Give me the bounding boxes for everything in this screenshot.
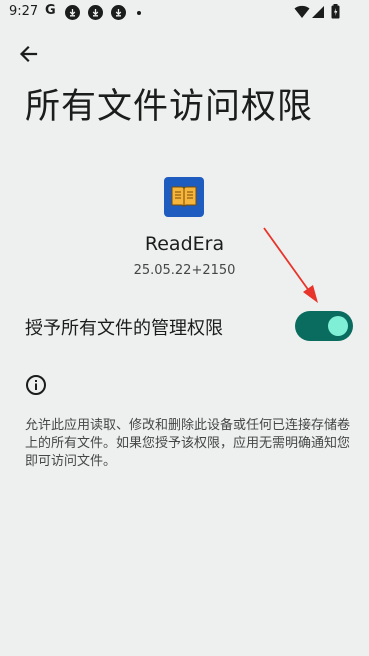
download-icon [65, 5, 80, 20]
permission-toggle-row[interactable]: 授予所有文件的管理权限 [0, 300, 369, 352]
google-icon: G [45, 3, 56, 18]
app-name: ReadEra [144, 233, 225, 255]
permission-label: 授予所有文件的管理权限 [25, 318, 223, 339]
notification-dot-icon [137, 11, 141, 15]
arrow-left-icon [19, 45, 38, 63]
info-icon [26, 375, 46, 395]
toggle-thumb [328, 316, 348, 336]
download-icon [111, 5, 126, 20]
app-version: 25.05.22+2150 [133, 263, 236, 278]
permission-description: 允许此应用读取、修改和删除此设备或任何已连接存储卷上的所有文件。如果您授予该权限… [25, 418, 351, 469]
battery-icon [331, 4, 340, 19]
page-title: 所有文件访问权限 [25, 87, 314, 127]
status-time: 9:27 [9, 4, 39, 19]
back-button[interactable] [16, 41, 42, 67]
download-icon [88, 5, 103, 20]
permission-toggle-switch[interactable] [295, 311, 353, 341]
signal-icon [312, 6, 324, 18]
status-bar: 9:27 G [0, 0, 369, 26]
wifi-icon [294, 5, 310, 18]
readera-book-icon [164, 177, 204, 217]
